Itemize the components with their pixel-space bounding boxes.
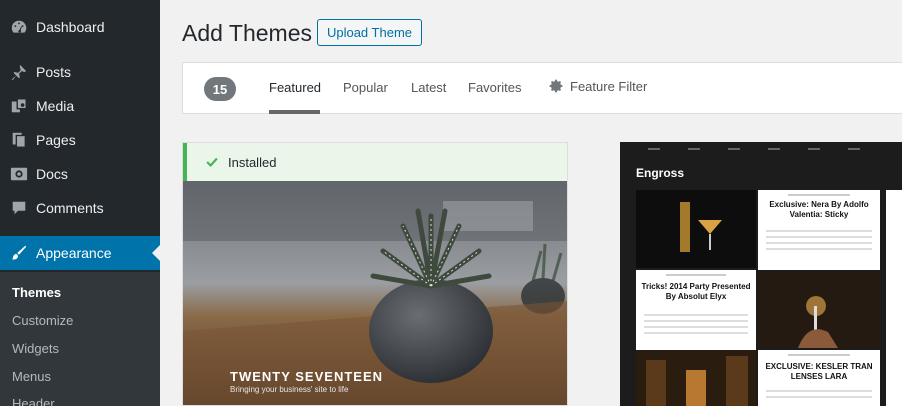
gear-icon bbox=[549, 79, 563, 93]
submenu-item-menus[interactable]: Menus bbox=[12, 369, 51, 384]
tab-featured[interactable]: Featured bbox=[269, 80, 321, 95]
post-title: EXCLUSIVE: KESLER TRAN LENSES LARA bbox=[765, 362, 873, 381]
submenu-item-widgets[interactable]: Widgets bbox=[12, 341, 59, 356]
feature-filter-button[interactable]: Feature Filter bbox=[548, 78, 647, 94]
sidebar-item-comments[interactable]: Comments bbox=[0, 191, 160, 225]
post-title: Tricks! 2014 Party Presented By Absolut … bbox=[641, 282, 751, 301]
checkmark-icon bbox=[206, 157, 218, 168]
appearance-submenu: Themes Customize Widgets Menus Header bbox=[0, 272, 160, 406]
preview-nav-bar bbox=[620, 142, 902, 156]
sidebar-item-label: Posts bbox=[36, 64, 72, 80]
media-icon bbox=[9, 96, 29, 116]
post-card[interactable]: Tricks! 2014 Party Presented By Absolut … bbox=[636, 270, 756, 350]
sidebar-item-label: Comments bbox=[36, 200, 104, 216]
dashboard-icon bbox=[9, 17, 29, 37]
sidebar-item-label: Pages bbox=[36, 132, 76, 148]
admin-sidebar: Dashboard Posts Media Pages Docs Comment… bbox=[0, 0, 160, 406]
theme-tagline-overlay: Bringing your business' site to life bbox=[230, 385, 349, 394]
tab-popular[interactable]: Popular bbox=[343, 80, 388, 95]
upload-theme-button[interactable]: Upload Theme bbox=[317, 19, 422, 46]
installed-label: Installed bbox=[228, 154, 277, 170]
preview-site-title: Engross bbox=[636, 166, 685, 180]
post-thumbnail bbox=[636, 350, 756, 406]
sidebar-item-label: Appearance bbox=[36, 245, 112, 261]
paintbrush-icon bbox=[9, 243, 29, 263]
pushpin-icon bbox=[9, 62, 29, 82]
submenu-item-customize[interactable]: Customize bbox=[12, 313, 73, 328]
active-tab-indicator bbox=[269, 110, 320, 114]
theme-filter-bar: 15 Featured Popular Latest Favorites Fea… bbox=[182, 62, 902, 114]
sidebar-item-pages[interactable]: Pages bbox=[0, 123, 160, 157]
theme-name-overlay: TWENTY SEVENTEEN bbox=[230, 369, 384, 384]
sidebar-item-label: Docs bbox=[36, 166, 68, 182]
installed-notice: Installed bbox=[183, 143, 567, 181]
sidebar-item-dashboard[interactable]: Dashboard bbox=[0, 10, 160, 44]
page-title: Add Themes bbox=[182, 20, 312, 46]
theme-count-badge: 15 bbox=[204, 77, 236, 101]
post-thumbnail bbox=[758, 272, 880, 348]
theme-card-engross[interactable]: Engross Exclusive: Nera By Adolfo Valent… bbox=[620, 142, 902, 406]
comment-icon bbox=[9, 198, 29, 218]
sidebar-item-label: Media bbox=[36, 98, 75, 114]
post-card-partial bbox=[886, 190, 902, 406]
docs-icon bbox=[9, 164, 29, 184]
sidebar-item-appearance[interactable]: Appearance bbox=[0, 236, 160, 270]
submenu-item-themes[interactable]: Themes bbox=[12, 285, 61, 300]
sidebar-item-media[interactable]: Media bbox=[0, 89, 160, 123]
post-card[interactable]: EXCLUSIVE: KESLER TRAN LENSES LARA bbox=[758, 350, 880, 406]
sidebar-item-posts[interactable]: Posts bbox=[0, 55, 160, 89]
sidebar-item-docs[interactable]: Docs bbox=[0, 157, 160, 191]
theme-card-twenty-seventeen[interactable]: Installed TWENTY SEVENTEEN Bringing your… bbox=[182, 142, 568, 406]
tab-favorites[interactable]: Favorites bbox=[468, 80, 521, 95]
pages-icon bbox=[9, 130, 29, 150]
theme-screenshot[interactable]: TWENTY SEVENTEEN Bringing your business'… bbox=[183, 181, 567, 405]
post-title: Exclusive: Nera By Adolfo Valentia: Stic… bbox=[769, 200, 869, 219]
post-card[interactable]: Exclusive: Nera By Adolfo Valentia: Stic… bbox=[758, 190, 880, 270]
submenu-item-header[interactable]: Header bbox=[12, 396, 55, 406]
sidebar-item-label: Dashboard bbox=[36, 19, 105, 35]
post-thumbnail bbox=[636, 190, 756, 268]
tab-latest[interactable]: Latest bbox=[411, 80, 446, 95]
feature-filter-label: Feature Filter bbox=[570, 78, 648, 94]
